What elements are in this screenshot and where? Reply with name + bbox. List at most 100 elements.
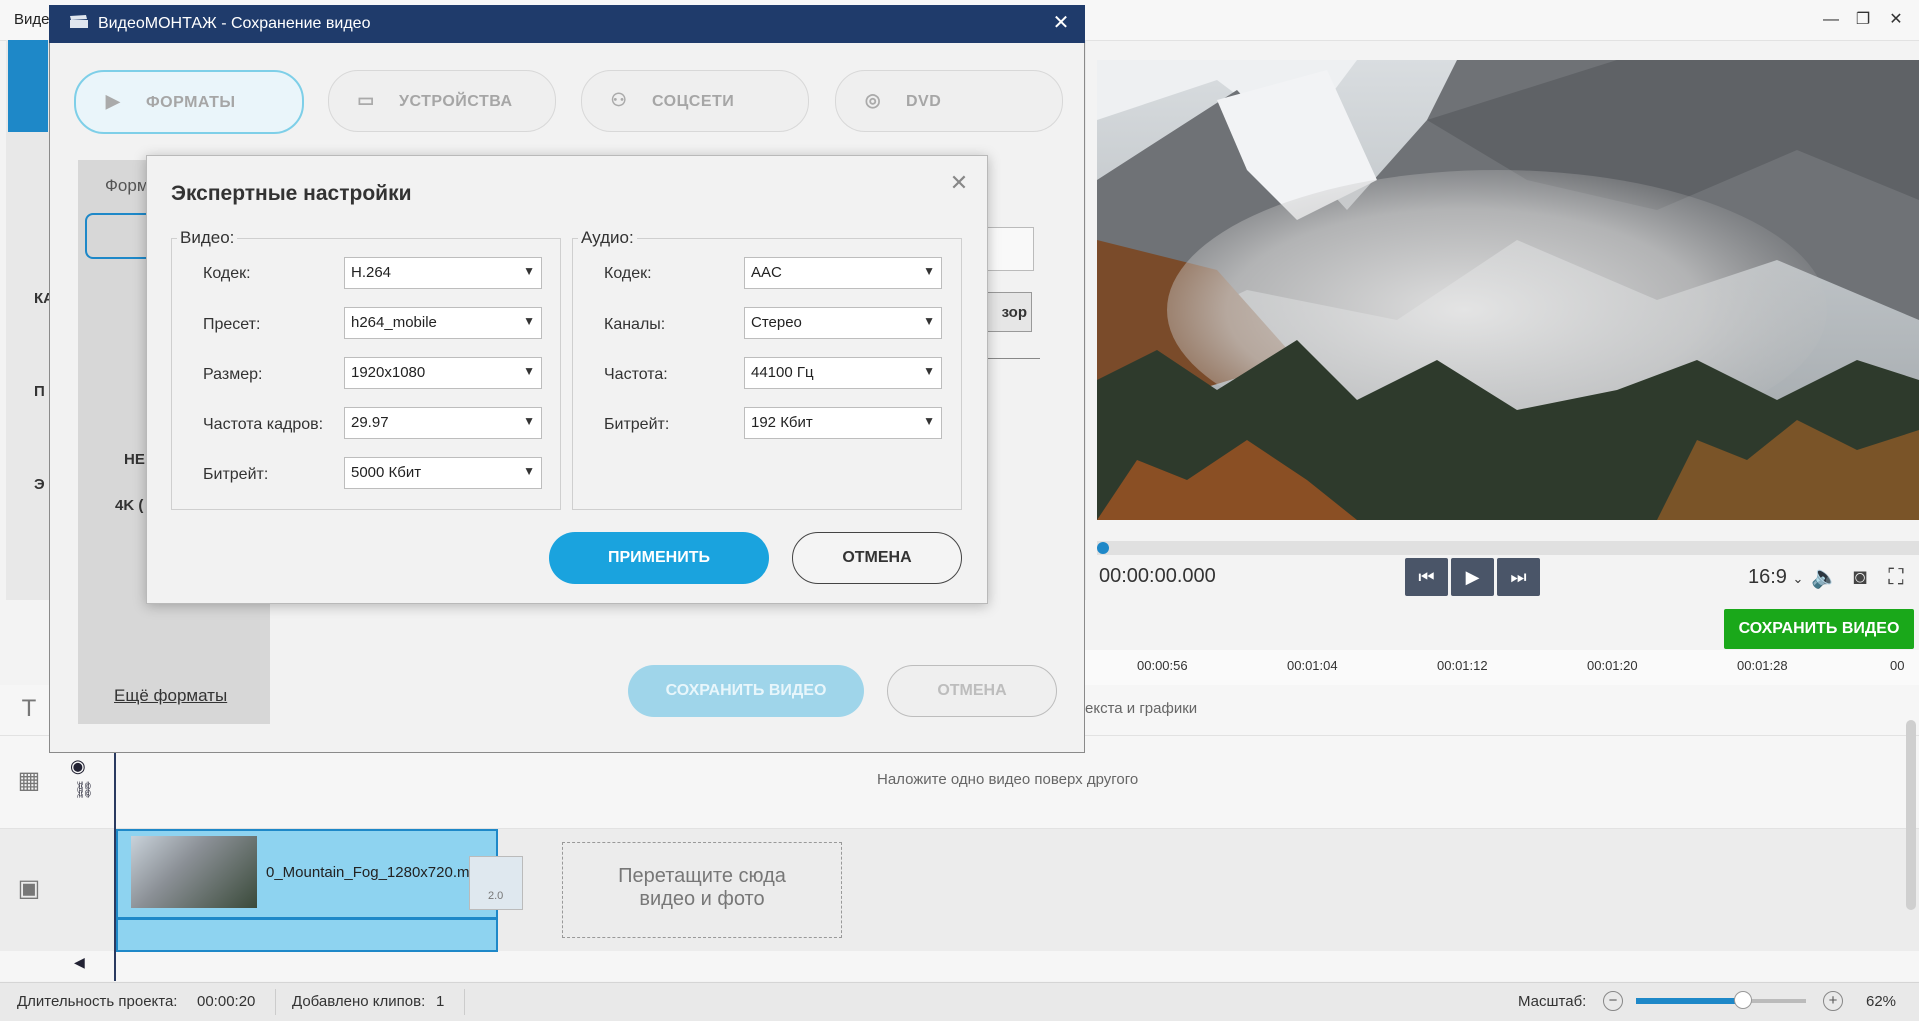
previous-button[interactable]: ⏮ <box>1405 558 1448 596</box>
save-video-dialog-button[interactable]: СОХРАНИТЬ ВИДЕО <box>628 665 864 717</box>
maximize-button[interactable]: ❐ <box>1850 8 1876 32</box>
apply-button[interactable]: ПРИМЕНИТЬ <box>549 532 769 584</box>
status-divider <box>275 989 276 1015</box>
skip-forward-icon: ⏭ <box>1510 567 1527 587</box>
close-window-button[interactable]: ✕ <box>1883 8 1909 32</box>
format-item-fragment[interactable]: 4K ( <box>115 497 143 514</box>
drop-zone-line1: Перетащите сюда <box>618 865 786 887</box>
dropdown-arrow-icon: ▼ <box>523 464 535 478</box>
zoom-slider-handle[interactable] <box>1734 991 1752 1009</box>
video-codec-select[interactable]: H.264 ▼ <box>344 257 542 289</box>
timeline-scrollbar[interactable] <box>1906 720 1916 910</box>
clip-audio[interactable] <box>116 918 498 952</box>
tab-label: УСТРОЙСТВА <box>399 93 513 110</box>
disc-icon: ◎ <box>864 90 882 110</box>
progress-track[interactable] <box>1097 541 1919 555</box>
video-group-label: Видео: <box>177 228 238 248</box>
close-icon[interactable]: ✕ <box>944 170 974 196</box>
next-button[interactable]: ⏭ <box>1497 558 1540 596</box>
zoom-out-button[interactable]: − <box>1603 991 1623 1011</box>
transition-duration: 2.0 <box>488 890 504 902</box>
app-title: Виде <box>14 11 50 28</box>
duration-value: 00:00:20 <box>197 993 256 1010</box>
status-divider <box>464 989 465 1015</box>
audio-speaker-icon[interactable]: ◀ <box>74 954 85 971</box>
clip-thumbnail <box>131 836 257 908</box>
audio-bitrate-select[interactable]: 192 Кбит ▼ <box>744 407 942 439</box>
save-dialog-cancel-button[interactable]: ОТМЕНА <box>887 665 1057 717</box>
tab-devices[interactable]: ▭ УСТРОЙСТВА <box>328 70 556 132</box>
dropdown-arrow-icon: ▼ <box>923 314 935 328</box>
status-bar: Длительность проекта: 00:00:20 Добавлено… <box>0 982 1919 1021</box>
duration-label: Длительность проекта: <box>17 993 178 1010</box>
dropdown-arrow-icon: ▼ <box>523 314 535 328</box>
eye-icon[interactable]: ◉ <box>70 756 94 777</box>
tick-label: 00:01:20 <box>1587 658 1638 673</box>
tab-formats[interactable]: ▶ ФОРМАТЫ <box>74 70 304 134</box>
monitor-icon: ▭ <box>357 90 375 110</box>
more-formats-link[interactable]: Ещё форматы <box>114 686 227 706</box>
dropdown-arrow-icon: ▼ <box>523 414 535 428</box>
play-square-icon: ▶ <box>105 91 121 111</box>
timecode: 00:00:00.000 <box>1099 565 1216 587</box>
tab-label: СОЦСЕТИ <box>652 93 735 110</box>
save-video-button[interactable]: СОХРАНИТЬ ВИДЕО <box>1724 609 1914 649</box>
clapperboard-icon <box>69 15 89 29</box>
camera-icon[interactable]: ◙ <box>1846 563 1874 591</box>
drop-zone[interactable]: Перетащите сюда видео и фото <box>562 842 842 938</box>
video-codec-label: Кодек: <box>203 265 251 282</box>
size-label: Размер: <box>203 366 263 383</box>
close-icon[interactable]: ✕ <box>1048 10 1074 35</box>
tab-label: ФОРМАТЫ <box>146 94 236 111</box>
aspect-ratio-select[interactable]: 16:9 ⌄ <box>1748 566 1803 589</box>
preset-select[interactable]: h264_mobile ▼ <box>344 307 542 339</box>
play-button[interactable]: ▶ <box>1451 558 1494 596</box>
zoom-percent: 62% <box>1866 993 1897 1010</box>
framerate-select[interactable]: 29.97 ▼ <box>344 407 542 439</box>
progress-handle[interactable] <box>1097 542 1109 554</box>
play-icon: ▶ <box>1465 567 1480 587</box>
tab-social[interactable]: ⚇ СОЦСЕТИ <box>581 70 809 132</box>
sample-rate-select[interactable]: 44100 Гц ▼ <box>744 357 942 389</box>
overlay-track-hint: Наложите одно видео поверх другого <box>877 771 1139 788</box>
mountain-fog-image <box>1097 60 1919 520</box>
volume-icon[interactable]: 🔈 <box>1811 563 1839 591</box>
timeline-ruler[interactable]: 00:00:56 00:01:04 00:01:12 00:01:20 00:0… <box>1085 650 1919 686</box>
audio-codec-select[interactable]: AAC ▼ <box>744 257 942 289</box>
video-preview[interactable] <box>1097 60 1919 520</box>
fullscreen-icon[interactable]: ⛶ <box>1882 563 1910 591</box>
tick-label: 00:01:12 <box>1437 658 1488 673</box>
channels-label: Каналы: <box>604 316 666 333</box>
channels-select[interactable]: Стерео ▼ <box>744 307 942 339</box>
zoom-in-button[interactable]: + <box>1823 991 1843 1011</box>
text-icon: T <box>21 695 37 722</box>
clips-label: Добавлено клипов: <box>292 993 426 1010</box>
link-icon[interactable]: ⛓ <box>74 780 98 800</box>
audio-track[interactable] <box>0 951 1919 981</box>
left-panel-active-tab[interactable] <box>8 40 48 132</box>
clip-name: 0_Mountain_Fog_1280x720.m <box>266 864 470 881</box>
minimize-button[interactable]: — <box>1818 8 1844 32</box>
audio-codec-label: Кодек: <box>604 265 652 282</box>
preset-label: Пресет: <box>203 316 261 333</box>
size-select[interactable]: 1920x1080 ▼ <box>344 357 542 389</box>
format-group-fragment: НЕ <box>124 451 145 468</box>
framerate-label: Частота кадров: <box>203 416 324 433</box>
text-track-hint: екста и графики <box>1085 700 1198 717</box>
dropdown-arrow-icon: ▼ <box>523 264 535 278</box>
expert-dialog-title: Экспертные настройки <box>171 182 412 205</box>
cancel-button[interactable]: ОТМЕНА <box>792 532 962 584</box>
left-fragment-p: П <box>34 383 45 400</box>
tab-dvd[interactable]: ◎ DVD <box>835 70 1063 132</box>
share-icon: ⚇ <box>610 90 628 110</box>
formats-panel-title: Форм <box>105 176 149 195</box>
tick-label: 00 <box>1890 658 1905 673</box>
skip-back-icon: ⏮ <box>1418 567 1435 587</box>
video-bitrate-select[interactable]: 5000 Кбит ▼ <box>344 457 542 489</box>
tick-label: 00:00:56 <box>1137 658 1188 673</box>
tab-label: DVD <box>906 93 942 110</box>
zoom-label: Масштаб: <box>1518 993 1587 1010</box>
sample-rate-label: Частота: <box>604 366 668 383</box>
zoom-slider-fill <box>1636 998 1743 1004</box>
video-camera-icon: ▣ <box>17 875 41 902</box>
